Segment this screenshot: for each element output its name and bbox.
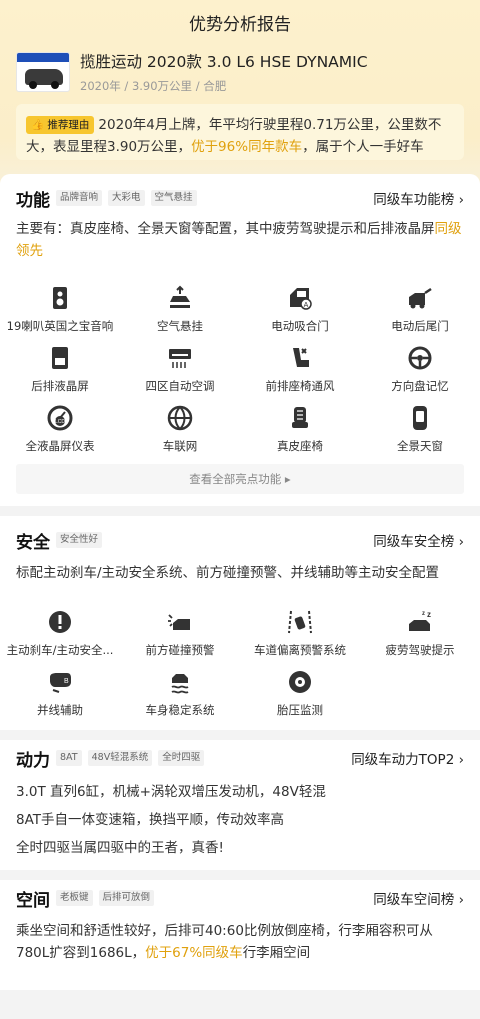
car-thumbnail (16, 52, 70, 92)
feature-item[interactable]: 真皮座椅 (240, 402, 360, 462)
function-desc: 主要有：真皮座椅、全景天窗等配置，其中疲劳驾驶提示和后排液晶屏同级领先 (16, 221, 462, 259)
collision-warning-icon (166, 608, 194, 636)
function-grid: 19喇叭英国之宝音响 空气悬挂 A 电动吸合门 电动后尾门 后排液晶屏 四区自动… (0, 282, 480, 462)
space-tag: 老板键 (56, 890, 93, 906)
feature-item[interactable]: 后排液晶屏 (0, 342, 120, 402)
fatigue-alert-icon: zz (406, 608, 434, 636)
function-tag: 品牌音响 (56, 190, 103, 206)
safety-desc: 标配主动刹车/主动安全系统、前方碰撞预警、并线辅助等主动安全配置 (16, 565, 440, 581)
recommend-tag: 👍 推荐理由 (26, 116, 95, 134)
feature-item[interactable]: 四区自动空调 (120, 342, 240, 402)
safety-grid: 主动刹车/主动安全... 前方碰撞预警 车道偏离预警系统 zz 疲劳驾驶提示 B… (0, 606, 480, 726)
active-brake-icon (46, 608, 74, 636)
function-section: 功能 品牌音响 大彩电 空气悬挂 同级车功能榜 › 主要有：真皮座椅、全景天窗等… (0, 174, 480, 506)
leather-seat-icon (286, 404, 314, 432)
svg-text:z: z (422, 611, 425, 617)
panoramic-roof-icon (406, 404, 434, 432)
function-tag: 大彩电 (108, 190, 145, 206)
svg-text:z: z (427, 610, 431, 619)
power-line: 3.0T 直列6缸，机械+涡轮双增压发动机，48V轻混 (16, 784, 326, 800)
feature-item[interactable]: 19喇叭英国之宝音响 (0, 282, 120, 342)
function-title: 功能 (16, 190, 50, 211)
power-rank-link[interactable]: 同级车动力TOP2 › (351, 748, 464, 768)
blind-spot-icon: B (46, 668, 74, 696)
safety-item[interactable]: 车身稳定系统 (120, 666, 240, 726)
space-tag: 后排可放倒 (98, 890, 155, 906)
speaker-icon (46, 284, 74, 312)
safety-item[interactable]: 胎压监测 (240, 666, 360, 726)
recommend-text-b: ，属于个人一手好车 (302, 139, 424, 155)
power-tag: 8AT (56, 750, 82, 766)
stability-icon (166, 668, 194, 696)
air-suspension-icon (166, 284, 194, 312)
function-tag: 空气悬挂 (150, 190, 197, 206)
power-line: 全时四驱当属四驱中的王者，真香! (16, 840, 224, 856)
page-title: 优势分析报告 (189, 14, 291, 35)
feature-item[interactable]: 空气悬挂 (120, 282, 240, 342)
rear-screen-icon (46, 344, 74, 372)
feature-item[interactable]: 方向盘记忆 (360, 342, 480, 402)
connected-car-icon (166, 404, 194, 432)
safety-item[interactable]: 前方碰撞预警 (120, 606, 240, 666)
safety-item[interactable]: B 并线辅助 (0, 666, 120, 726)
svg-text:A: A (304, 302, 309, 309)
recommend-reason: 👍 推荐理由 2020年4月上牌，年平均行驶里程0.71万公里，公里数不大，表显里… (16, 104, 464, 160)
tire-pressure-icon (286, 668, 314, 696)
power-tailgate-icon (406, 284, 434, 312)
svg-text:B: B (64, 678, 69, 685)
space-desc: 乘坐空间和舒适性较好，后排可40:60比例放倒座椅，行李厢容积可从780L扩容到… (16, 923, 433, 961)
power-tag: 48V轻混系统 (87, 750, 153, 766)
power-line: 8AT手自一体变速箱，换挡平顺，传动效率高 (16, 812, 285, 828)
feature-item[interactable]: A 电动吸合门 (240, 282, 360, 342)
climate-icon (166, 344, 194, 372)
svg-text:LCD: LCD (55, 419, 65, 425)
car-name: 揽胜运动 2020款 3.0 L6 HSE DYNAMIC (80, 53, 368, 71)
safety-item[interactable]: 主动刹车/主动安全... (0, 606, 120, 666)
car-summary[interactable]: 揽胜运动 2020款 3.0 L6 HSE DYNAMIC 2020年 / 3.… (16, 52, 464, 98)
lane-departure-icon (286, 608, 314, 636)
power-section: 动力 8AT 48V轻混系统 全时四驱 同级车动力TOP2 › 3.0T 直列6… (0, 740, 480, 870)
space-section: 空间 老板键 后排可放倒 同级车空间榜 › 乘坐空间和舒适性较好，后排可40:6… (0, 880, 480, 990)
feature-item[interactable]: 车联网 (120, 402, 240, 462)
power-title: 动力 (16, 750, 50, 771)
safety-rank-link[interactable]: 同级车安全榜 › (373, 530, 464, 550)
feature-item[interactable]: LCD 全液晶屏仪表 (0, 402, 120, 462)
safety-title: 安全 (16, 532, 50, 553)
space-rank-link[interactable]: 同级车空间榜 › (373, 888, 464, 908)
view-all-features-button[interactable]: 查看全部亮点功能 ▸ (16, 464, 464, 494)
steering-memory-icon (406, 344, 434, 372)
safety-tag: 安全性好 (56, 532, 103, 548)
seat-ventilation-icon (286, 344, 314, 372)
feature-item[interactable]: 电动后尾门 (360, 282, 480, 342)
recommend-highlight: 优于96%同年款车 (191, 139, 303, 155)
feature-item[interactable]: 全景天窗 (360, 402, 480, 462)
safety-item[interactable]: 车道偏离预警系统 (240, 606, 360, 666)
power-desc: 3.0T 直列6缸，机械+涡轮双增压发动机，48V轻混 8AT手自一体变速箱，换… (16, 778, 464, 862)
lcd-cluster-icon: LCD (46, 404, 74, 432)
safety-item[interactable]: zz 疲劳驾驶提示 (360, 606, 480, 666)
power-tag: 全时四驱 (158, 750, 205, 766)
feature-item[interactable]: 前排座椅通风 (240, 342, 360, 402)
space-title: 空间 (16, 890, 50, 911)
function-rank-link[interactable]: 同级车功能榜 › (373, 188, 464, 208)
soft-close-door-icon: A (286, 284, 314, 312)
car-meta: 2020年 / 3.90万公里 / 合肥 (80, 79, 227, 93)
safety-section: 安全 安全性好 同级车安全榜 › 标配主动刹车/主动安全系统、前方碰撞预警、并线… (0, 516, 480, 730)
